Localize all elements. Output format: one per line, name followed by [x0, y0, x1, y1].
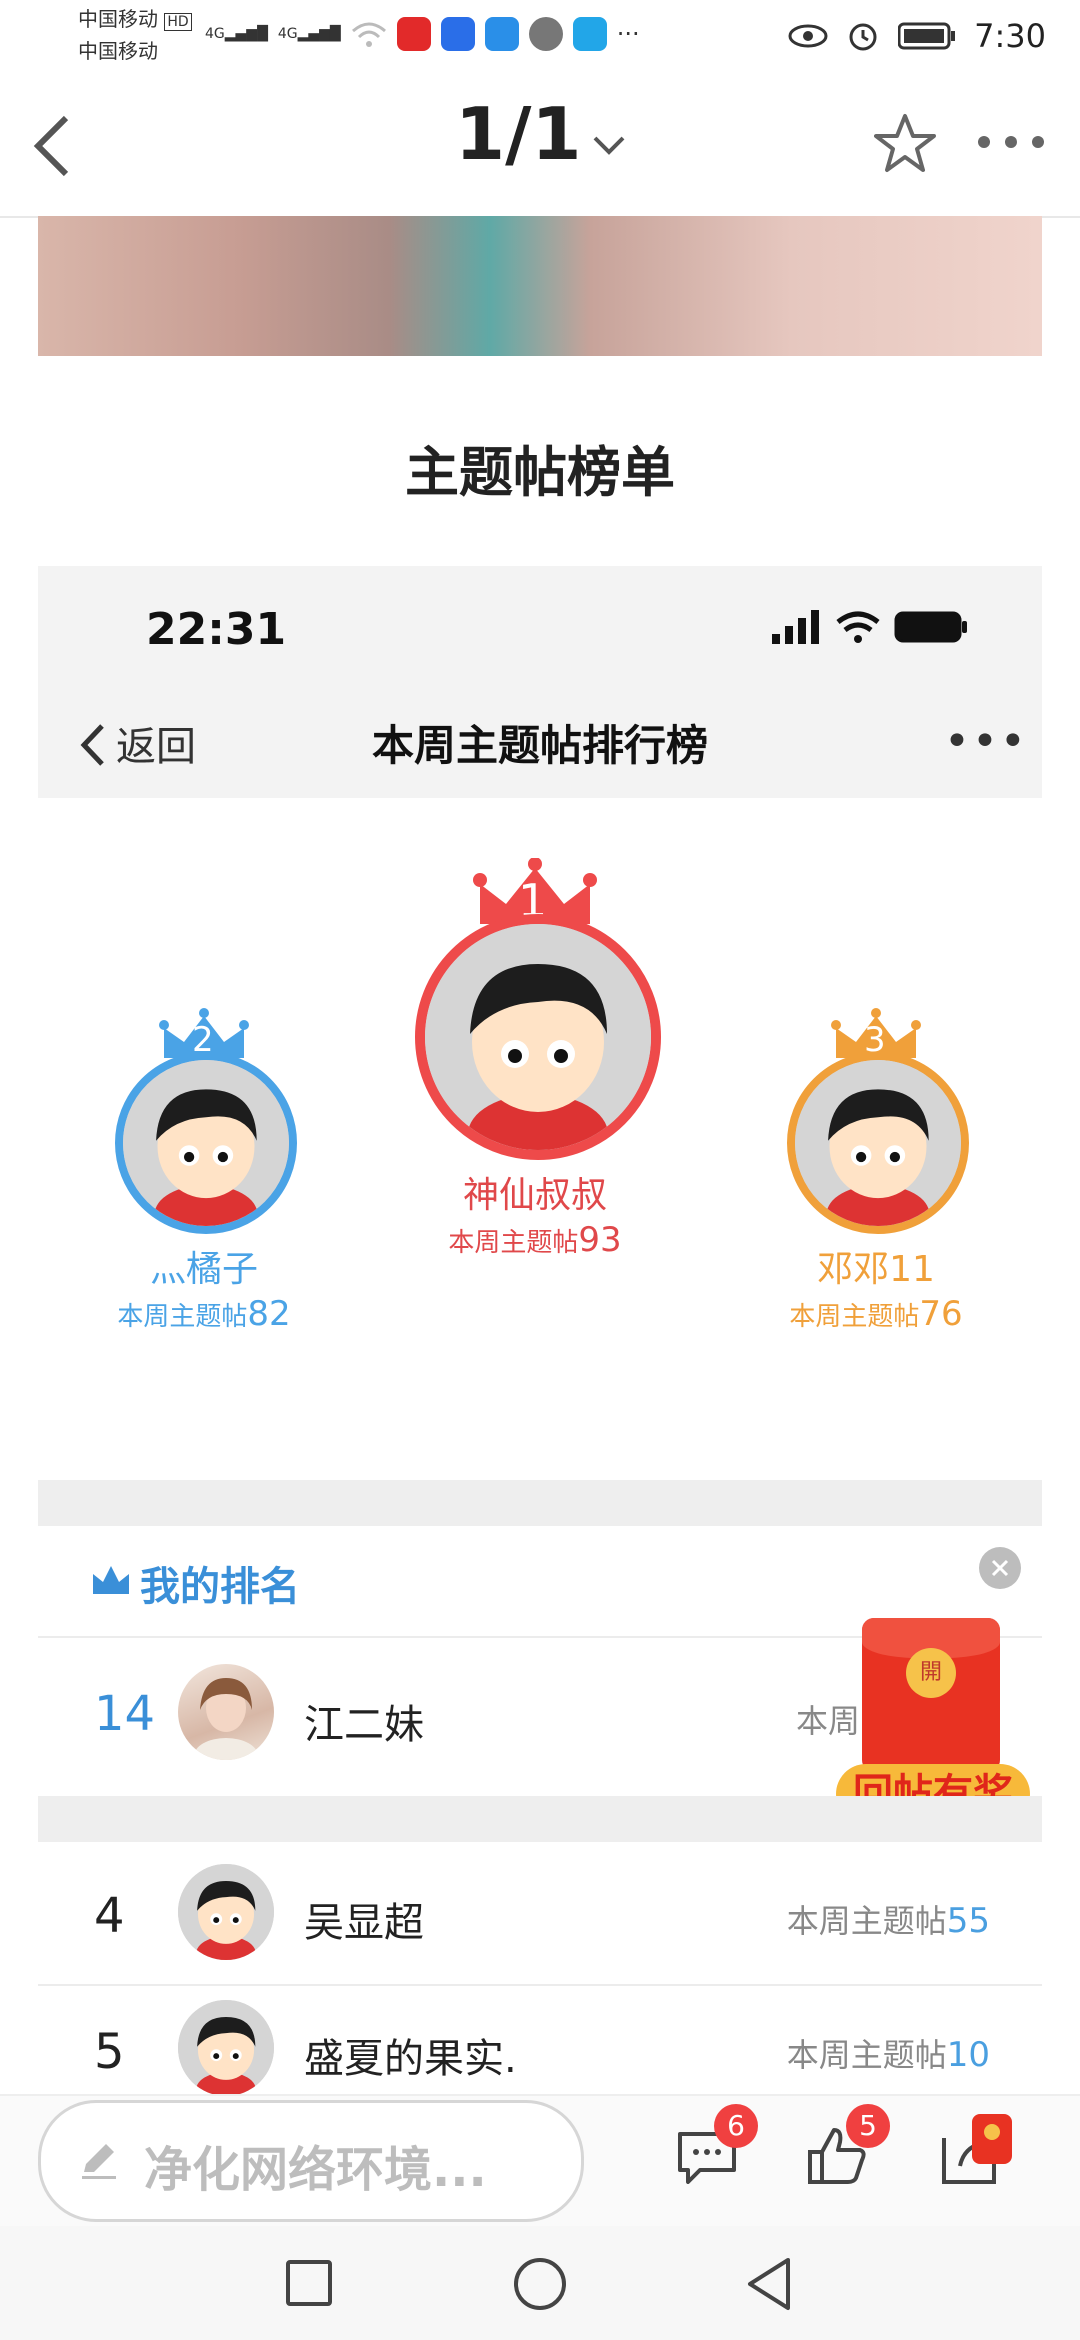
embedded-status-icons	[770, 610, 968, 644]
status-icons: 4G▂▄▆█ 4G▂▄▆█ ···	[205, 14, 640, 54]
podium-rank-3[interactable]: 3	[784, 1008, 969, 1234]
podium-2-count-value: 82	[247, 1294, 291, 1334]
embedded-wifi-icon	[836, 611, 880, 643]
cartoon-boy-icon	[795, 1060, 961, 1226]
cartoon-boy-icon	[178, 2000, 274, 2094]
app-e-icon	[396, 17, 431, 51]
signal-2-label: 4G	[277, 26, 298, 42]
row-count: 本周主题帖55	[787, 1896, 990, 1942]
table-row[interactable]: 5 盛夏的果实. 本周主题帖10	[38, 1986, 1042, 2094]
embedded-battery-icon	[894, 611, 967, 643]
app-hand-icon	[528, 17, 563, 51]
crown-icon	[93, 1566, 129, 1594]
separator	[38, 1480, 1042, 1526]
row-count-value: 55	[946, 1901, 990, 1941]
avatar	[115, 1052, 297, 1234]
more-dots-icon[interactable]	[976, 132, 1046, 152]
back-icon[interactable]	[744, 2256, 794, 2312]
podium-3-count: 本周主题帖76	[764, 1294, 988, 1334]
podium-1-count-label: 本周主题帖	[448, 1228, 579, 1258]
star-icon[interactable]	[874, 112, 936, 174]
comment-badge: 6	[714, 2104, 758, 2148]
share-button[interactable]	[940, 2114, 1016, 2194]
close-icon[interactable]	[978, 1546, 1022, 1590]
red-packet[interactable]: 開	[862, 1618, 1000, 1772]
avatar	[178, 1864, 274, 1960]
section-title: 主题帖榜单	[405, 441, 675, 504]
alarm-icon	[849, 23, 877, 51]
podium-2-count: 本周主题帖82	[92, 1294, 316, 1334]
row-count-label: 本周主题帖	[786, 1902, 947, 1940]
row-count: 本周主题帖10	[787, 2030, 990, 2076]
signal-1-icon: 4G▂▄▆█	[205, 26, 268, 42]
clock: 7:30	[974, 17, 1046, 55]
embedded-signal-icon	[772, 610, 819, 644]
carrier-2-label: 中国移动	[78, 39, 158, 63]
podium-rank-2[interactable]: 2	[112, 1008, 297, 1234]
embedded-more-icon[interactable]: •••	[944, 716, 1028, 767]
podium-3-count-value: 76	[919, 1294, 963, 1334]
cartoon-boy-icon	[178, 1864, 274, 1960]
carrier-1-label: 中国移动	[78, 7, 158, 31]
avatar	[415, 914, 661, 1160]
system-nav-bar	[0, 2226, 1080, 2340]
signal-2-icon: 4G▂▄▆█	[277, 26, 341, 42]
back-chevron-icon[interactable]	[30, 114, 74, 178]
app-search-icon	[572, 17, 607, 51]
app-nav-bar: 1/1	[0, 72, 1080, 218]
avatar	[178, 2000, 274, 2094]
app-bulb-icon	[440, 17, 475, 51]
podium-2-count-label: 本周主题帖	[117, 1302, 248, 1332]
more-notifications: ···	[616, 20, 640, 48]
my-rank-count-label: 本周	[796, 1702, 861, 1740]
table-row[interactable]: 4 吴显超 本周主题帖55	[38, 1842, 1042, 1986]
pencil-icon	[82, 2144, 116, 2179]
battery-icon	[898, 22, 956, 50]
status-right: 7:30	[788, 10, 1046, 62]
embedded-title: 本周主题帖排行榜	[371, 721, 708, 770]
like-button[interactable]: 5	[806, 2104, 890, 2192]
avatar	[787, 1052, 969, 1234]
my-rank-name: 江二妹	[304, 1702, 424, 1748]
podium-1-count-value: 93	[578, 1220, 622, 1260]
cartoon-boy-icon	[425, 924, 651, 1150]
podium-3-count-label: 本周主题帖	[789, 1302, 920, 1332]
status-bar: 中国移动 HD 中国移动 4G▂▄▆█ 4G▂▄▆█ ··· 7:30	[0, 0, 1080, 72]
hd-badge: HD	[164, 13, 192, 31]
podium-rank-1[interactable]: 1	[412, 858, 661, 1160]
my-rank-title: 我的排名	[140, 1564, 300, 1610]
row-count-value: 10	[946, 2035, 990, 2075]
avatar	[178, 1664, 274, 1760]
comment-button[interactable]: 6	[676, 2104, 758, 2192]
embedded-time: 22:31	[146, 604, 287, 655]
my-rank-number: 14	[94, 1686, 156, 1742]
podium-2-name: 灬橘子	[149, 1249, 258, 1290]
page-indicator[interactable]: 1/1	[455, 92, 582, 176]
separator	[38, 1796, 1042, 1842]
podium-1-name: 神仙叔叔	[462, 1175, 607, 1216]
podium-3-name: 邓邓11	[817, 1249, 935, 1290]
row-rank: 5	[94, 2024, 125, 2080]
recents-icon[interactable]	[284, 2258, 334, 2308]
cartoon-boy-icon	[123, 1060, 289, 1226]
row-count-label: 本周主题帖	[786, 2036, 947, 2074]
app-weather-icon	[484, 17, 519, 51]
row-rank: 4	[94, 1888, 125, 1944]
wifi-icon	[351, 22, 386, 47]
carrier-1: 中国移动 HD	[78, 6, 192, 35]
page-indicator-label: 1/1	[455, 92, 582, 176]
red-packet-seal: 開	[906, 1648, 956, 1698]
like-badge: 5	[846, 2104, 890, 2148]
share-redpacket-icon	[972, 2114, 1012, 2164]
chevron-down-icon[interactable]	[592, 134, 626, 158]
comment-input-placeholder: 净化网络环境...	[144, 2142, 487, 2198]
podium-1-count: 本周主题帖93	[402, 1220, 668, 1260]
row-name: 盛夏的果实.	[304, 2036, 517, 2082]
eye-icon	[788, 24, 828, 48]
home-icon[interactable]	[512, 2256, 568, 2312]
portrait-photo-icon	[194, 1678, 258, 1760]
row-name: 吴显超	[304, 1900, 424, 1946]
signal-1-label: 4G	[205, 26, 225, 42]
photo-strip	[38, 216, 1042, 356]
